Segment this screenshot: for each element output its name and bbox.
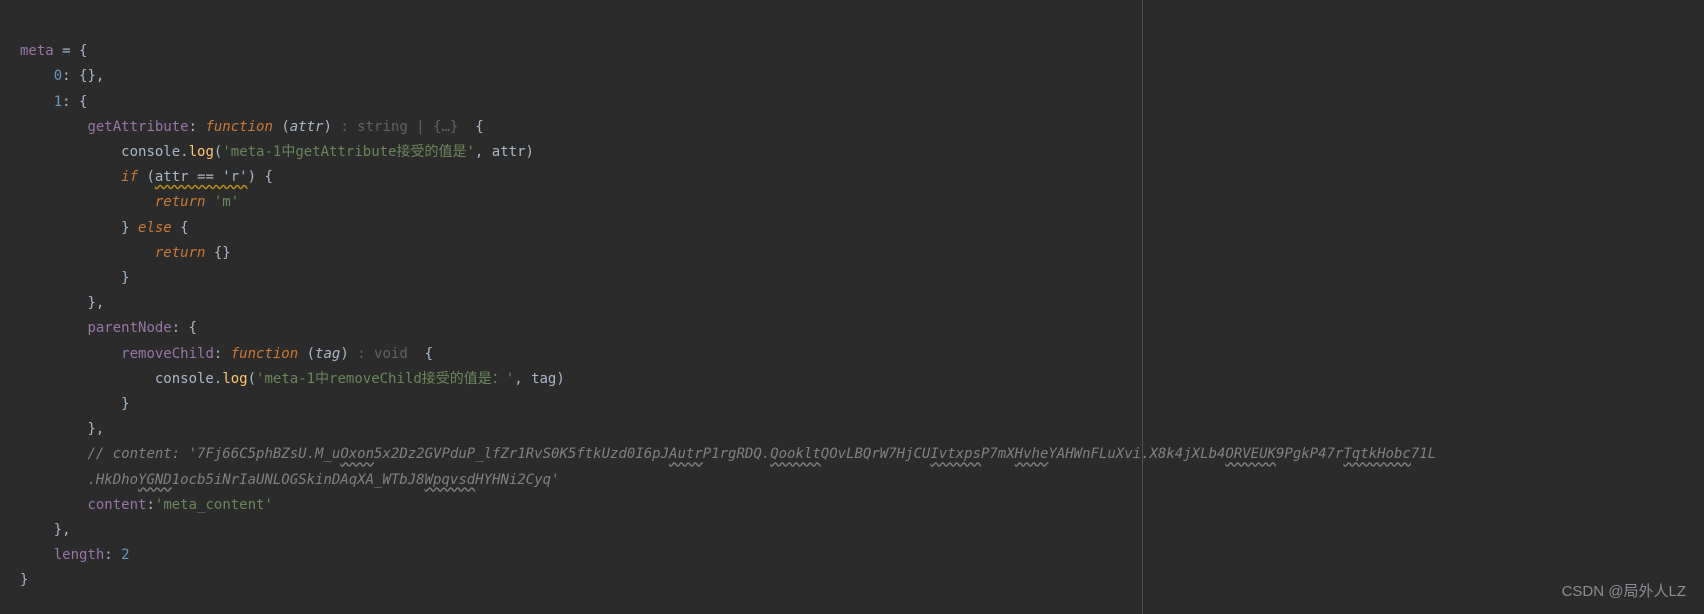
code-line: 1: { — [20, 94, 87, 110]
type-hint: : string | {…} — [340, 119, 466, 135]
editor-margin-guide — [1142, 0, 1143, 614]
code-line: } else { — [20, 220, 189, 236]
watermark-text: CSDN @局外人LZ — [1562, 579, 1686, 604]
code-line: console.log('meta-1中removeChild接受的值是：', … — [20, 371, 565, 387]
code-line: .HkDhoYGND1ocb5iNrIaUNLOGSkinDAqXA_WTbJ8… — [20, 472, 559, 488]
code-line: } — [20, 270, 130, 286]
code-line: parentNode: { — [20, 320, 197, 336]
code-line: } — [20, 572, 28, 588]
code-line: meta = { — [20, 43, 87, 59]
code-line: }, — [20, 522, 71, 538]
code-line: length: 2 — [20, 547, 130, 563]
code-line: content:'meta_content' — [20, 497, 273, 513]
code-line: }, — [20, 421, 104, 437]
code-line: return 'm' — [20, 194, 239, 210]
code-editor[interactable]: meta = { 0: {}, 1: { getAttribute: funct… — [20, 14, 1704, 594]
code-line: return {} — [20, 245, 231, 261]
code-line: console.log('meta-1中getAttribute接受的值是', … — [20, 144, 534, 160]
code-line: if (attr == 'r') { — [20, 169, 273, 185]
code-line: }, — [20, 295, 104, 311]
code-line: // content: '7Fj66C5phBZsU.M_uOxon5x2Dz2… — [20, 446, 1436, 462]
code-line: removeChild: function (tag) : void { — [20, 346, 433, 362]
code-line: 0: {}, — [20, 68, 104, 84]
code-line: } — [20, 396, 130, 412]
code-line: getAttribute: function (attr) : string |… — [20, 119, 484, 135]
type-hint: : void — [357, 346, 416, 362]
